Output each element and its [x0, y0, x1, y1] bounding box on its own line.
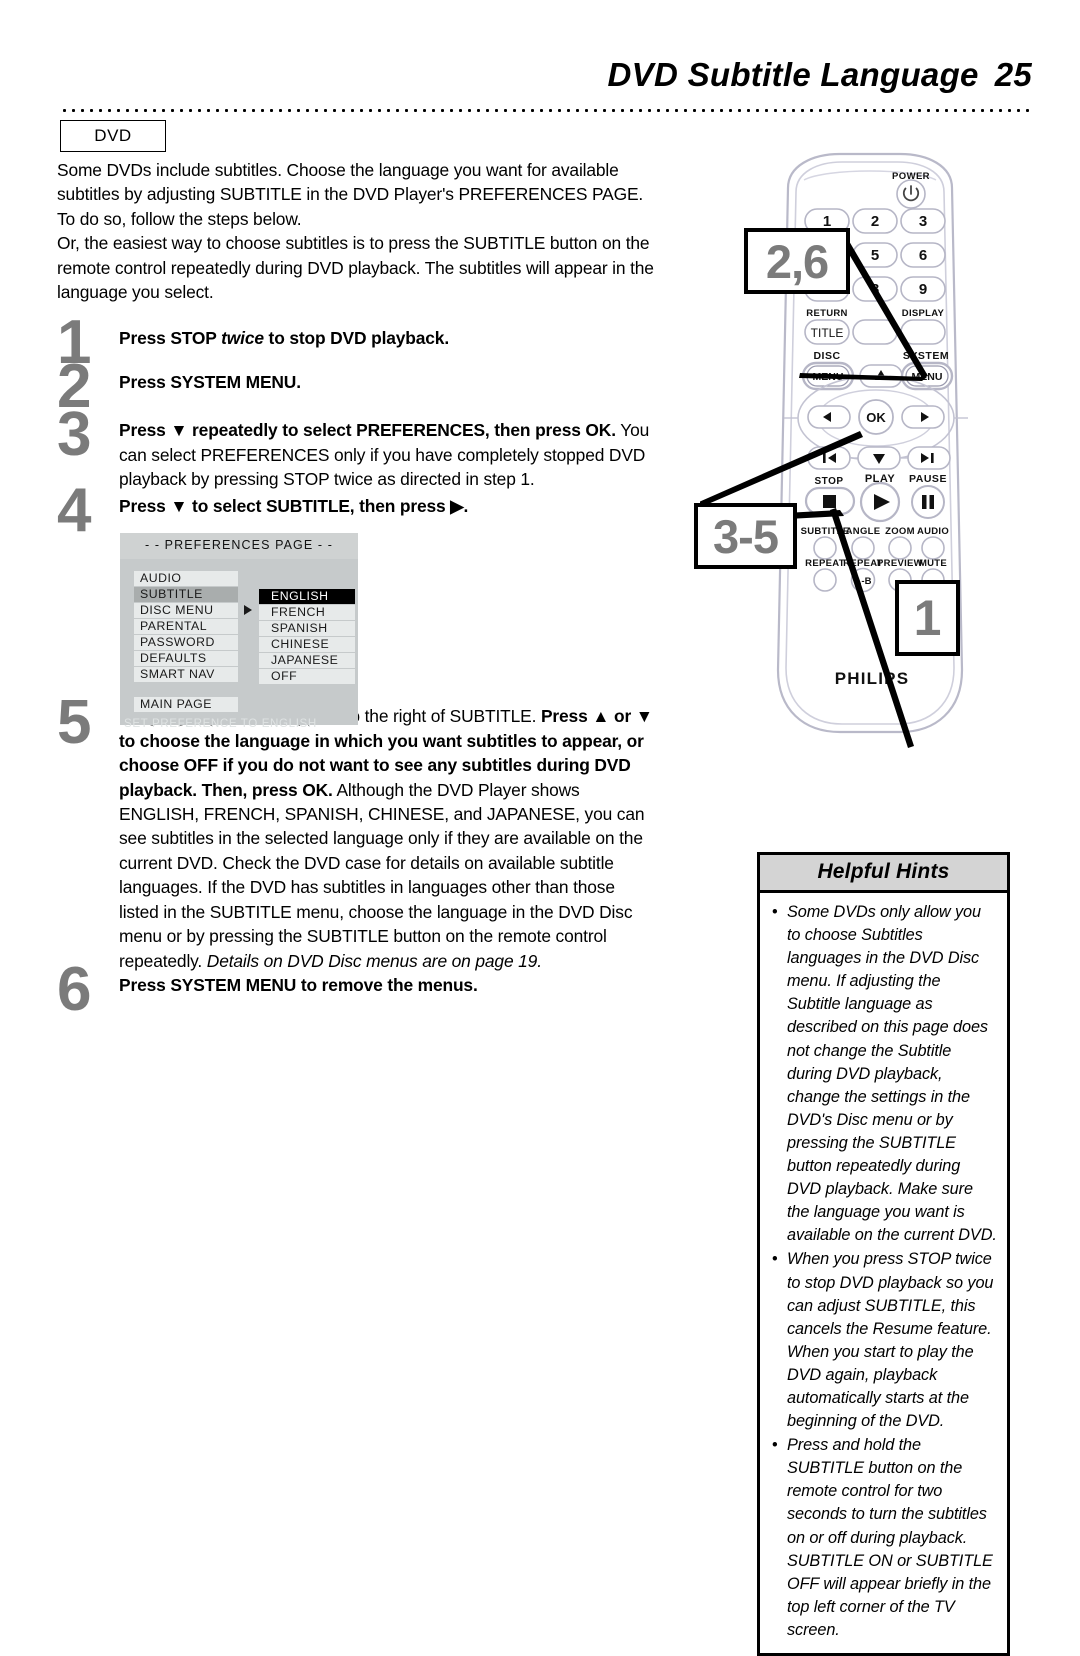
- step-6: 6 Press SYSTEM MENU to remove the menus.: [57, 958, 657, 1025]
- hint-2-text: When you press STOP twice to stop DVD pl…: [787, 1250, 994, 1431]
- preferences-page-osd: - - PREFERENCES PAGE - - AUDIO SUBTITLE …: [120, 533, 358, 730]
- hint-3-text: Press and hold the SUBTITLE button on th…: [787, 1436, 993, 1639]
- step-5-note: Details on DVD Disc menus are on page 19…: [206, 950, 542, 971]
- osd-language-list: ENGLISH FRENCH SPANISH CHINESE JAPANESE …: [259, 589, 355, 685]
- step-1-lead-italic: twice: [221, 328, 264, 349]
- step-6-body: Press SYSTEM MENU to remove the menus.: [119, 973, 657, 1025]
- step-5-number: 5: [57, 688, 92, 758]
- intro-paragraph-1: Some DVDs include subtitles. Choose the …: [57, 160, 644, 229]
- osd-item-parental[interactable]: PARENTAL: [134, 618, 238, 635]
- remote-pause-label: PAUSE: [909, 473, 947, 485]
- remote-repeat-label: REPEAT: [805, 558, 845, 569]
- bullet-icon: •: [772, 1436, 778, 1455]
- callout-navigation: 3-5: [694, 503, 797, 569]
- remote-disc-label: DISC: [813, 350, 840, 362]
- hint-1-text: Some DVDs only allow you to choose Subti…: [787, 903, 997, 1245]
- hint-item-3: • Press and hold the SUBTITLE button on t…: [770, 1434, 997, 1642]
- remote-title-button: TITLE: [811, 326, 844, 340]
- remote-key-9: 9: [919, 281, 927, 298]
- step-1-lead-tail: to stop DVD playback.: [263, 328, 450, 349]
- remote-stop-label: STOP: [814, 476, 843, 487]
- osd-item-smart-nav[interactable]: SMART NAV: [134, 666, 238, 683]
- remote-ok-button: OK: [866, 410, 886, 425]
- disc-type-badge: DVD: [60, 120, 166, 152]
- remote-zoom-label: ZOOM: [885, 526, 915, 537]
- hint-item-2: • When you press STOP twice to stop DVD p…: [770, 1248, 997, 1433]
- osd-lang-french[interactable]: FRENCH: [259, 604, 355, 621]
- step-2-lead: Press SYSTEM MENU.: [119, 372, 301, 393]
- osd-lang-off[interactable]: OFF: [259, 668, 355, 685]
- step-1-body: Press STOP twice to stop DVD playback.: [119, 326, 657, 370]
- step-4-number: 4: [57, 476, 92, 546]
- step-3-body: Press ▼ repeatedly to select PREFERENCES…: [119, 418, 657, 494]
- callout-stop: 1: [895, 580, 960, 656]
- osd-main-page-group: MAIN PAGE: [134, 697, 238, 713]
- bullet-icon: •: [772, 903, 778, 921]
- step-1: 1 Press STOP twice to stop DVD playback.: [57, 312, 657, 374]
- step-5-detail: Although the DVD Player shows ENGLISH, F…: [119, 779, 645, 971]
- osd-item-password[interactable]: PASSWORD: [134, 634, 238, 651]
- step-2-body: Press SYSTEM MENU.: [119, 370, 657, 418]
- osd-item-defaults[interactable]: DEFAULTS: [134, 650, 238, 667]
- header-divider: [60, 108, 1032, 113]
- step-6-number: 6: [57, 954, 92, 1024]
- page-number: 25: [994, 56, 1032, 93]
- osd-status-text: SET PREFERENCE TO ENGLISH: [124, 717, 317, 730]
- helpful-hints-title: Helpful Hints: [760, 855, 1007, 893]
- osd-lang-japanese[interactable]: JAPANESE: [259, 652, 355, 669]
- bullet-icon: •: [772, 1250, 778, 1269]
- step-1-lead: Press STOP: [119, 328, 222, 349]
- step-3-number: 3: [57, 400, 92, 470]
- remote-key-5: 5: [871, 247, 879, 264]
- remote-key-3: 3: [919, 213, 927, 230]
- remote-mute-label: MUTE: [919, 558, 947, 569]
- manual-page: DVD Subtitle Language 25 DVD Some DVDs in…: [0, 0, 1080, 1656]
- remote-angle-label: ANGLE: [846, 526, 881, 537]
- osd-lang-spanish[interactable]: SPANISH: [259, 620, 355, 637]
- osd-item-main-page[interactable]: MAIN PAGE: [134, 697, 238, 713]
- callout-system-menu: 2,6: [744, 228, 850, 294]
- helpful-hints-box: Helpful Hints • Some DVDs only allow you …: [757, 852, 1010, 1656]
- osd-lang-english[interactable]: ENGLISH: [259, 589, 355, 605]
- osd-title: - - PREFERENCES PAGE - -: [145, 538, 333, 552]
- step-5-body: Language options will appear to the righ…: [119, 704, 657, 972]
- osd-lang-chinese[interactable]: CHINESE: [259, 636, 355, 653]
- intro-paragraph-2: Or, the easiest way to choose subtitles …: [57, 233, 654, 303]
- step-3: 3 Press ▼ repeatedly to select PREFERENC…: [57, 404, 657, 494]
- remote-key-2: 2: [871, 213, 879, 230]
- osd-selection-arrow-icon: [244, 605, 252, 615]
- remote-return-label: RETURN: [806, 308, 847, 319]
- step-2: 2 Press SYSTEM MENU.: [57, 356, 657, 418]
- osd-body: AUDIO SUBTITLE DISC MENU PARENTAL PASSWO…: [120, 559, 358, 730]
- hint-item-1: • Some DVDs only allow you to choose Subt…: [770, 901, 997, 1247]
- page-title: DVD Subtitle Language 25: [608, 56, 1032, 94]
- remote-key-6: 6: [919, 247, 927, 264]
- remote-audio-label: AUDIO: [917, 526, 949, 537]
- stop-icon: [823, 495, 836, 508]
- page-title-text: DVD Subtitle Language: [607, 56, 979, 93]
- step-4-lead: Press ▼ to select SUBTITLE, then press ▶…: [119, 496, 469, 517]
- remote-display-label: DISPLAY: [902, 308, 945, 319]
- helpful-hints-body: • Some DVDs only allow you to choose Subt…: [760, 893, 1007, 1653]
- osd-left-menu: AUDIO SUBTITLE DISC MENU PARENTAL PASSWO…: [134, 571, 238, 683]
- step-3-lead: Press ▼ repeatedly to select PREFERENCES…: [119, 420, 616, 441]
- remote-preview-label: PREVIEW: [877, 558, 923, 569]
- philips-logo: PHILIPS: [835, 669, 910, 688]
- osd-item-audio[interactable]: AUDIO: [134, 571, 238, 587]
- osd-item-disc-menu[interactable]: DISC MENU: [134, 602, 238, 619]
- osd-item-subtitle[interactable]: SUBTITLE: [134, 586, 238, 603]
- intro-text: Some DVDs include subtitles. Choose the …: [57, 158, 657, 304]
- step-6-lead: Press SYSTEM MENU to remove the menus.: [119, 974, 478, 995]
- step-5: 5 Language options will appear to the ri…: [57, 692, 657, 972]
